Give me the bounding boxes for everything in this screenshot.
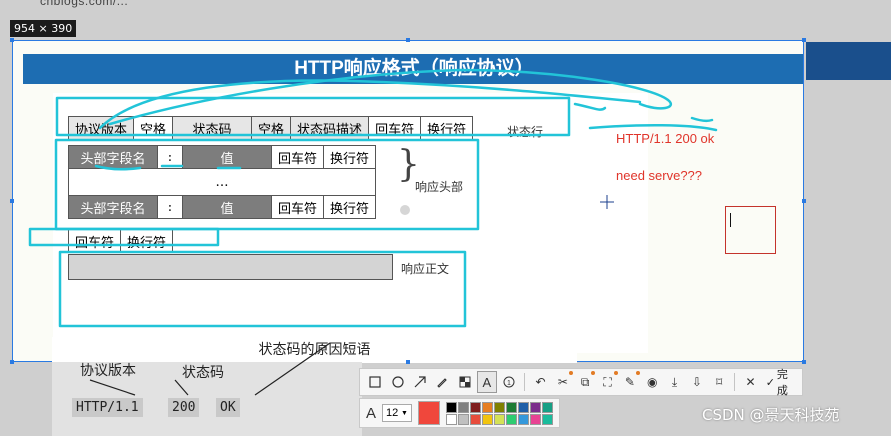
- response-headers-table: 头部字段名 : 值 回车符 换行符 … 头部字段名 : 值 回车符 换行符: [67, 145, 377, 219]
- number-icon[interactable]: 1: [500, 372, 518, 392]
- fit-icon[interactable]: ⛶: [598, 371, 618, 392]
- color-swatch[interactable]: [470, 401, 481, 413]
- done-button[interactable]: ✓ 完成: [764, 366, 796, 398]
- color-swatch[interactable]: [518, 401, 529, 413]
- cell-header-name-1: 头部字段名: [68, 145, 158, 169]
- copy-icon[interactable]: ⧉: [576, 371, 596, 392]
- font-size-value: 12: [386, 407, 399, 419]
- color-swatch[interactable]: [542, 413, 553, 425]
- below-value-reason: OK: [216, 398, 240, 417]
- cell-blank-cr: 回车符: [67, 229, 122, 253]
- cell-cr-2: 回车符: [270, 195, 325, 219]
- color-swatch[interactable]: [506, 401, 517, 413]
- color-swatch[interactable]: [494, 401, 505, 413]
- done-label: 完成: [776, 369, 788, 397]
- color-swatch[interactable]: [494, 413, 505, 425]
- cell-status-code: 状态码: [172, 116, 253, 140]
- color-swatch[interactable]: [446, 413, 457, 425]
- font-size-select[interactable]: 12 ▼: [382, 404, 412, 422]
- response-headers-label: 响应头部: [415, 180, 464, 194]
- record-icon[interactable]: ◉: [643, 372, 661, 392]
- pen-icon[interactable]: [433, 372, 451, 392]
- below-value-code: 200: [168, 398, 200, 417]
- annotation-rectangle[interactable]: [725, 206, 776, 254]
- annotation-status-line: HTTP/1.1 200 ok: [616, 131, 715, 146]
- mosaic-icon[interactable]: [455, 372, 473, 392]
- color-swatch[interactable]: [458, 413, 469, 425]
- color-swatch[interactable]: [530, 413, 541, 425]
- ellipse-icon[interactable]: [388, 372, 406, 392]
- cell-blank-lf: 换行符: [120, 229, 174, 253]
- background-url: cnblogs.com/...: [40, 0, 129, 8]
- below-label-protocol: 协议版本: [80, 363, 136, 379]
- color-swatch[interactable]: [446, 401, 457, 413]
- bookmark-icon[interactable]: ⌑: [710, 372, 728, 392]
- toolbar-separator: [524, 373, 526, 391]
- save-icon[interactable]: ⇩: [688, 372, 706, 392]
- color-palette: [446, 401, 553, 425]
- screenshot-selection[interactable]: HTTP响应格式（响应协议） 协议版本 空格 状态码 空格 状态码描述 回车符 …: [12, 40, 804, 362]
- text-icon[interactable]: A: [476, 371, 498, 393]
- color-swatch[interactable]: [542, 401, 553, 413]
- cell-value-1: 值: [182, 145, 272, 169]
- csdn-watermark: CSDN @景天科技苑: [702, 406, 840, 424]
- cell-space-2: 空格: [251, 116, 292, 140]
- response-body-label: 响应正文: [401, 262, 450, 276]
- cell-cr-1: 回车符: [270, 145, 325, 169]
- color-swatch[interactable]: [530, 401, 541, 413]
- toolbar-separator: [734, 373, 736, 391]
- undo-icon[interactable]: ↶: [531, 372, 549, 392]
- slide-title: HTTP响应格式（响应协议）: [23, 54, 803, 84]
- status-line-table: 协议版本 空格 状态码 空格 状态码描述 回车符 换行符: [67, 116, 474, 140]
- annotation-question: need serve???: [616, 168, 703, 183]
- cell-cr: 回车符: [368, 116, 422, 140]
- cell-colon-2: :: [157, 195, 183, 219]
- svg-text:1: 1: [507, 380, 511, 387]
- color-swatch[interactable]: [482, 401, 493, 413]
- check-icon: ✓: [765, 376, 775, 389]
- text-style-toolbar: A 12 ▼: [359, 398, 560, 428]
- cell-protocol-version: 协议版本: [67, 116, 135, 140]
- arrow-icon[interactable]: [411, 372, 429, 392]
- cell-lf: 换行符: [420, 116, 474, 140]
- pin-icon[interactable]: ✎: [621, 371, 641, 392]
- color-swatch[interactable]: [518, 413, 529, 425]
- rectangle-icon[interactable]: [366, 372, 384, 392]
- below-value-protocol: HTTP/1.1: [72, 398, 143, 417]
- cell-lf-1: 换行符: [323, 145, 377, 169]
- color-swatch[interactable]: [482, 413, 493, 425]
- color-swatch[interactable]: [470, 413, 481, 425]
- chevron-down-icon: ▼: [400, 409, 408, 417]
- close-icon[interactable]: ✕: [741, 372, 759, 392]
- color-swatch[interactable]: [506, 413, 517, 425]
- cell-colon-1: :: [157, 145, 183, 169]
- cell-space-1: 空格: [133, 116, 174, 140]
- current-color-swatch[interactable]: [417, 401, 440, 425]
- cell-header-name-2: 头部字段名: [68, 195, 158, 219]
- cell-status-desc: 状态码描述: [290, 116, 370, 140]
- cell-ellipsis: …: [67, 168, 377, 196]
- font-icon: A: [366, 404, 377, 422]
- cut-icon[interactable]: ✂: [554, 371, 574, 392]
- cell-value-2: 值: [182, 195, 272, 219]
- text-cursor: [730, 213, 731, 227]
- color-swatch[interactable]: [458, 401, 469, 413]
- below-label-status: 状态码: [182, 365, 224, 381]
- response-body-box: [68, 254, 393, 280]
- cell-lf-2: 换行符: [323, 195, 377, 219]
- blank-line-table: 回车符 换行符: [67, 229, 174, 253]
- status-line-label: 状态行: [507, 125, 544, 139]
- screenshot-toolbar: A 1 ↶ ✂ ⧉ ⛶ ✎ ◉ ⤓ ⇩ ⌑ ✕ ✓ 完成: [359, 366, 803, 398]
- download-icon[interactable]: ⤓: [665, 372, 683, 392]
- selection-size-badge: 954 × 390: [10, 20, 77, 37]
- background-banner-strip: [806, 42, 891, 80]
